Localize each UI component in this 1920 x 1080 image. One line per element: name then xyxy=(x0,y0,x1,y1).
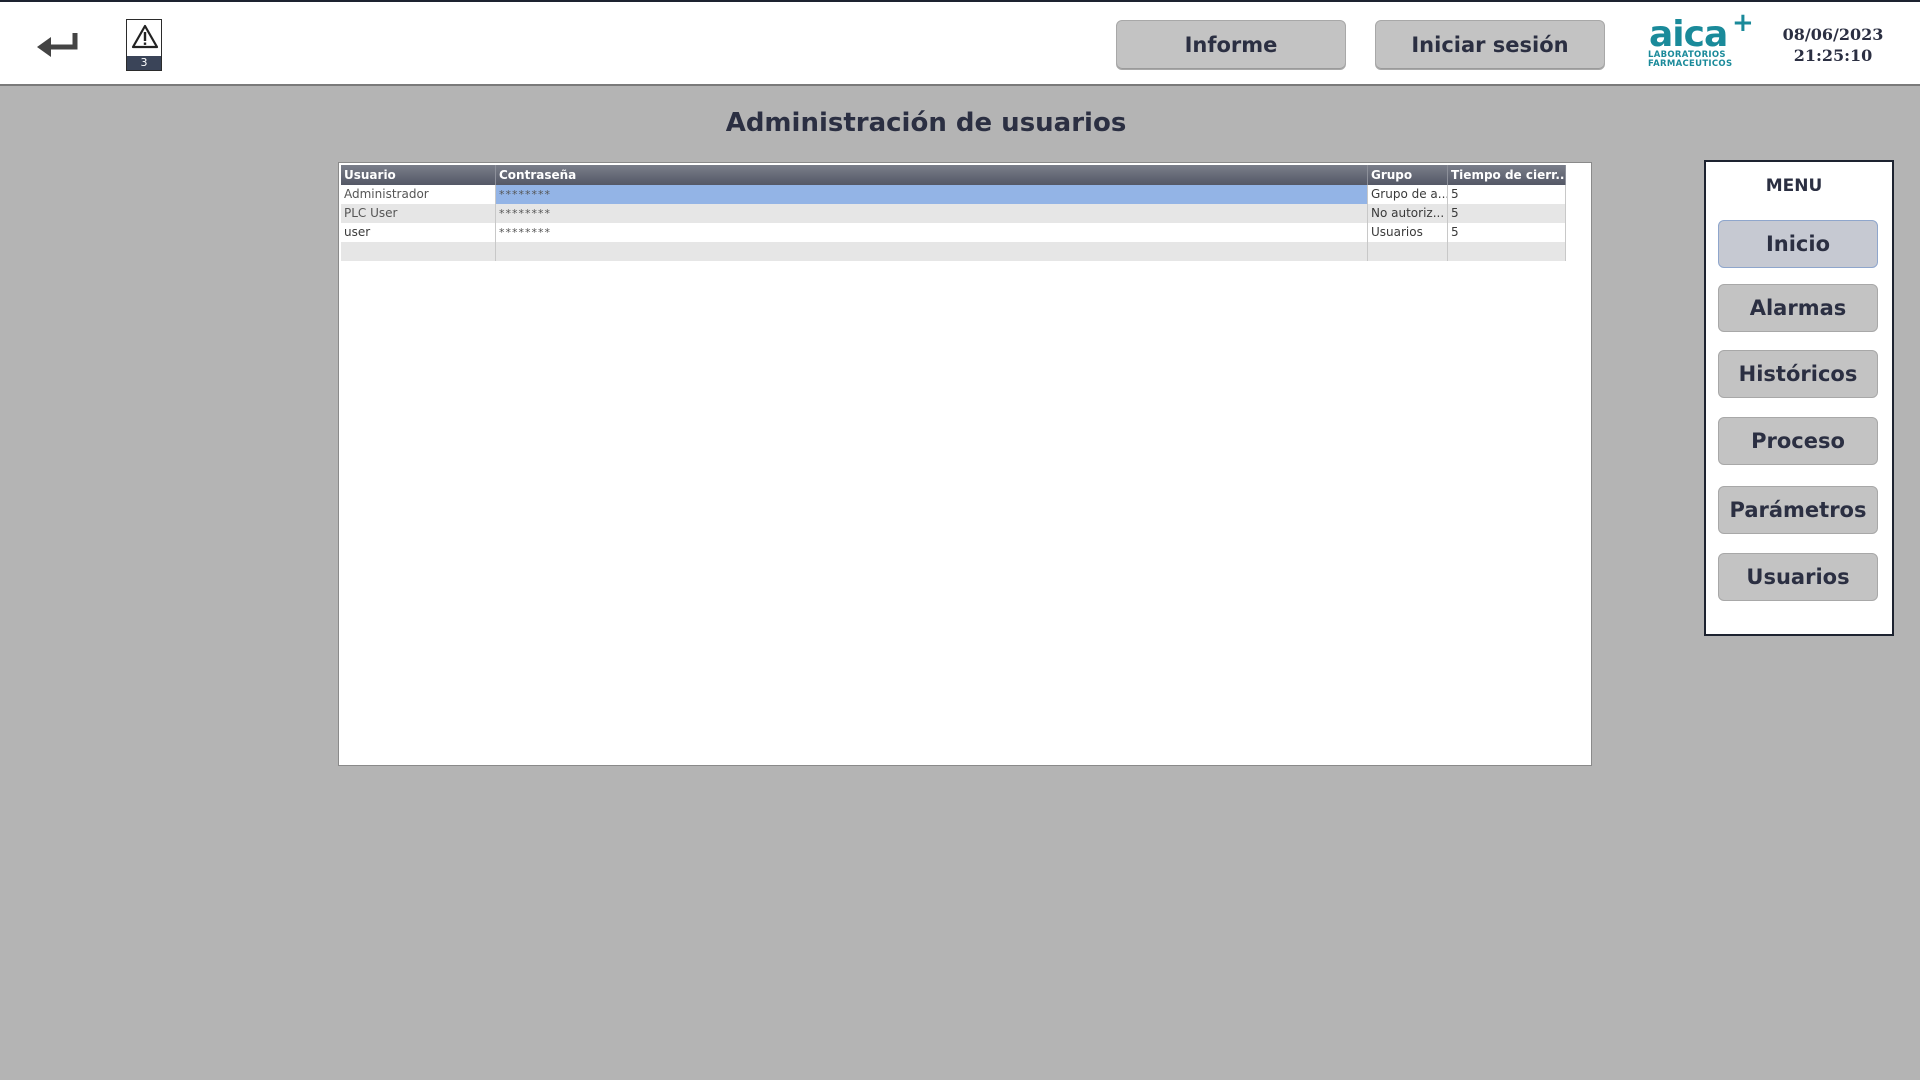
menu-usuarios-button[interactable]: Usuarios xyxy=(1718,553,1878,601)
empty-new-row[interactable] xyxy=(341,242,1566,261)
menu-title: MENU xyxy=(1765,176,1823,196)
time-display: 21:25:10 xyxy=(1793,46,1873,65)
top-bar: 3 Informe Iniciar sesión aica + LABORATO… xyxy=(0,0,1920,86)
user-cell[interactable]: Administrador xyxy=(341,185,496,204)
company-logo: aica + LABORATORIOS FARMACEUTICOS xyxy=(1645,8,1755,74)
menu-alarmas-button[interactable]: Alarmas xyxy=(1718,284,1878,332)
table-header: Usuario Contraseña Grupo Tiempo de cierr… xyxy=(341,165,1566,185)
new-timeout-cell[interactable] xyxy=(1448,242,1566,261)
logo-word: aica xyxy=(1649,14,1728,55)
login-button[interactable]: Iniciar sesión xyxy=(1375,20,1605,70)
password-cell[interactable]: ******** xyxy=(496,223,1368,242)
logo-line-2: FARMACEUTICOS xyxy=(1648,59,1733,69)
table-row[interactable]: Administrador ******** Grupo de a... 5 xyxy=(341,185,1566,204)
logo-subtitle: LABORATORIOS FARMACEUTICOS xyxy=(1648,51,1732,69)
menu-proceso-button[interactable]: Proceso xyxy=(1718,417,1878,465)
back-arrow-icon xyxy=(37,33,78,57)
users-grid: Usuario Contraseña Grupo Tiempo de cierr… xyxy=(341,165,1566,261)
date-display: 08/06/2023 xyxy=(1782,25,1884,44)
timeout-cell[interactable]: 5 xyxy=(1448,223,1566,242)
new-user-cell[interactable] xyxy=(341,242,496,261)
timeout-cell[interactable]: 5 xyxy=(1448,185,1566,204)
warning-triangle-icon xyxy=(131,24,159,49)
column-header-group[interactable]: Grupo xyxy=(1368,165,1448,185)
menu-inicio-button[interactable]: Inicio xyxy=(1718,220,1878,268)
table-row[interactable]: user ******** Usuarios 5 xyxy=(341,223,1566,242)
new-password-cell[interactable] xyxy=(496,242,1368,261)
menu-historicos-button[interactable]: Históricos xyxy=(1718,350,1878,398)
user-cell[interactable]: user xyxy=(341,223,496,242)
back-button[interactable] xyxy=(30,24,86,66)
date-time-display: 08/06/2023 21:25:10 xyxy=(1768,24,1898,66)
timeout-cell[interactable]: 5 xyxy=(1448,204,1566,223)
password-cell[interactable]: ******** xyxy=(496,185,1368,204)
group-cell[interactable]: Usuarios xyxy=(1368,223,1448,242)
menu-parametros-button[interactable]: Parámetros xyxy=(1718,486,1878,534)
side-menu: MENU Inicio Alarmas Históricos Proceso P… xyxy=(1704,160,1894,636)
alarm-indicator[interactable]: 3 xyxy=(126,19,162,71)
column-header-user[interactable]: Usuario xyxy=(341,165,496,185)
alarm-count: 3 xyxy=(127,56,161,70)
column-header-password[interactable]: Contraseña xyxy=(496,165,1368,185)
user-cell[interactable]: PLC User xyxy=(341,204,496,223)
user-management-table: Usuario Contraseña Grupo Tiempo de cierr… xyxy=(338,162,1592,766)
password-cell[interactable]: ******** xyxy=(496,204,1368,223)
logo-plus: + xyxy=(1732,8,1754,38)
new-group-cell[interactable] xyxy=(1368,242,1448,261)
page-title: Administración de usuarios xyxy=(725,108,1127,138)
group-cell[interactable]: Grupo de a... xyxy=(1368,185,1448,204)
column-header-logoff-time[interactable]: Tiempo de cierr... xyxy=(1448,165,1566,185)
table-row[interactable]: PLC User ******** No autoriz... 5 xyxy=(341,204,1566,223)
group-cell[interactable]: No autoriz... xyxy=(1368,204,1448,223)
report-button[interactable]: Informe xyxy=(1116,20,1346,70)
